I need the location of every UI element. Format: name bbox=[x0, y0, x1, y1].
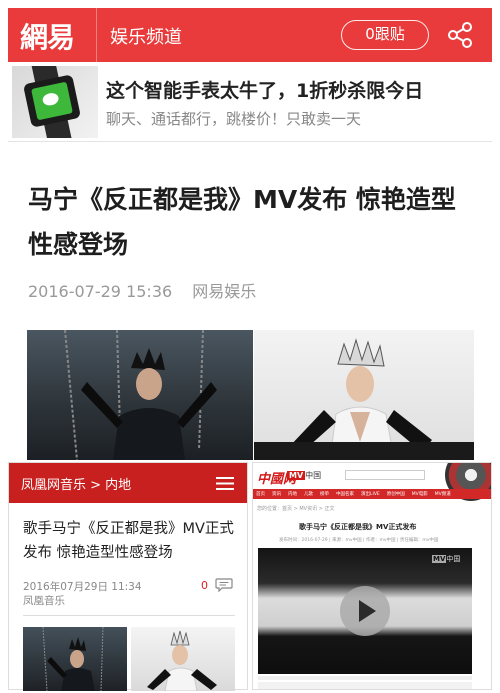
mv-nav-item[interactable]: 中国名家 bbox=[336, 491, 354, 497]
mv-nav-item[interactable]: 演出LIVE bbox=[361, 491, 380, 497]
ifeng-comment-count[interactable]: 0 bbox=[201, 579, 208, 592]
article-section: 马宁《反正都是我》MV发布 惊艳造型性感登场 2016-07-29 15:36 网… bbox=[8, 142, 492, 460]
video-watermark: MV中国 bbox=[432, 555, 461, 563]
mv-search-input[interactable] bbox=[345, 470, 425, 480]
ad-banner[interactable]: 这个智能手表太牛了，1折秒杀限今日 聊天、通话都行，跳楼价！只敢卖一天 bbox=[8, 62, 492, 142]
mv-nav-item[interactable]: 内地 bbox=[288, 491, 297, 497]
video-progress-bar[interactable] bbox=[258, 676, 472, 680]
mv-nav-item[interactable]: 资讯 bbox=[272, 491, 281, 497]
smartwatch-image bbox=[12, 66, 98, 138]
ifeng-article-title: 歌手马宁《反正都是我》MV正式发布 惊艳造型性感登场 bbox=[23, 521, 234, 561]
mv-nav-item[interactable]: MV电影 bbox=[412, 491, 428, 497]
divider bbox=[23, 615, 235, 616]
article-photo-left bbox=[27, 330, 253, 460]
ifeng-date: 2016年07月29日 11:34 bbox=[23, 581, 142, 593]
ifeng-screenshot: 凤凰网音乐 > 内地 歌手马宁《反正都是我》MV正式发布 惊艳造型性感登场 20… bbox=[8, 462, 248, 691]
mv-article-meta: 发布时间：2016-07-29 | 来源：mv中国 | 作者：mv中国 | 责任… bbox=[279, 538, 439, 543]
mv-china-screenshot: 中國网 MV 中国 首页 资讯 内地 儿歌 榜单 中国名家 演出LIVE 原创中国… bbox=[252, 462, 492, 690]
article-date: 2016-07-29 15:36 bbox=[28, 282, 173, 301]
play-button-icon[interactable] bbox=[340, 586, 390, 636]
ifeng-breadcrumb[interactable]: 凤凰网音乐 > 内地 bbox=[21, 474, 131, 493]
ad-subtitle: 聊天、通话都行，跳楼价！只敢卖一天 bbox=[106, 110, 362, 128]
header-divider bbox=[96, 8, 97, 62]
follow-comments-button[interactable]: 0跟贴 bbox=[341, 20, 429, 50]
video-player[interactable]: MV中国 bbox=[258, 548, 472, 674]
ifeng-photo-right bbox=[131, 627, 235, 691]
mv-nav-item[interactable]: 榜单 bbox=[320, 491, 329, 497]
mv-article-title: 歌手马宁《反正都是我》MV正式发布 bbox=[299, 523, 417, 531]
share-icon[interactable] bbox=[446, 21, 474, 49]
article-title: 马宁《反正都是我》MV发布 惊艳造型性感登场 bbox=[28, 185, 456, 259]
mv-breadcrumb[interactable]: 您的位置：首页 > MV资讯 > 正文 bbox=[257, 505, 334, 512]
mv-nav-item[interactable]: 儿歌 bbox=[304, 491, 313, 497]
channel-title[interactable]: 娱乐频道 bbox=[110, 23, 182, 49]
app-header: 網易 娱乐频道 0跟贴 bbox=[8, 8, 492, 62]
mv-nav-bar: 首页 资讯 内地 儿歌 榜单 中国名家 演出LIVE 原创中国 MV电影 MV频… bbox=[253, 489, 491, 499]
article-source[interactable]: 网易娱乐 bbox=[192, 282, 256, 301]
netease-logo[interactable]: 網易 bbox=[20, 16, 75, 56]
article-meta: 2016-07-29 15:36 网易娱乐 bbox=[28, 278, 256, 302]
mv-footer bbox=[258, 682, 472, 689]
mv-nav-item[interactable]: 原创中国 bbox=[387, 491, 405, 497]
comment-icon[interactable] bbox=[215, 578, 233, 592]
mv-nav-item[interactable]: MV频道 bbox=[435, 491, 451, 497]
ad-title: 这个智能手表太牛了，1折秒杀限今日 bbox=[106, 80, 424, 102]
ifeng-header: 凤凰网音乐 > 内地 bbox=[9, 463, 247, 503]
ifeng-photo-left bbox=[23, 627, 127, 691]
article-photo-right bbox=[254, 330, 474, 460]
mv-nav-item[interactable]: 首页 bbox=[256, 491, 265, 497]
menu-icon[interactable] bbox=[216, 477, 234, 490]
mv-china-brand[interactable]: MV 中国 bbox=[287, 470, 321, 481]
ifeng-source[interactable]: 凤凰音乐 bbox=[23, 593, 65, 608]
